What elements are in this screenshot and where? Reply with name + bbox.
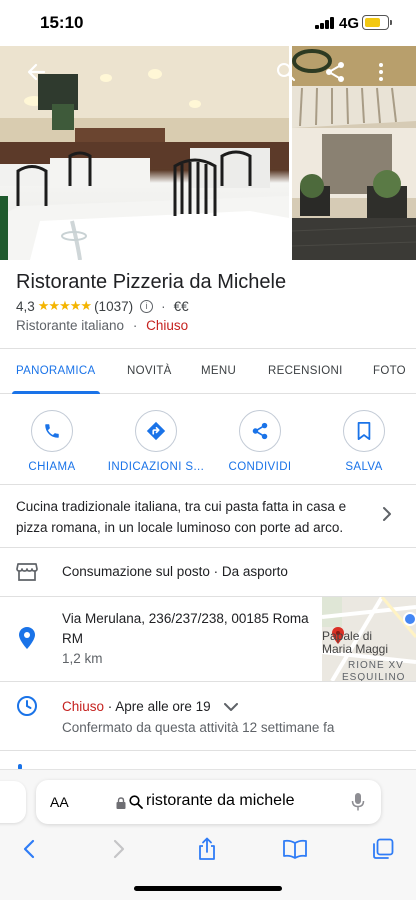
tab-novita[interactable]: NOVITÀ <box>127 365 172 377</box>
place-title: Ristorante Pizzeria da Michele <box>16 271 287 293</box>
divider <box>0 750 416 751</box>
microphone-icon[interactable] <box>351 792 365 817</box>
hours-confirmed: Confermato da questa attività 12 settima… <box>62 720 335 735</box>
review-count[interactable]: (1037) <box>94 299 133 314</box>
directions-button[interactable]: INDICAZIONI S... <box>106 410 206 473</box>
hours-row[interactable]: Chiuso · Apre alle ore 19 <box>62 699 239 715</box>
share-button[interactable]: CONDIVIDI <box>210 410 310 473</box>
category-label: Ristorante italiano <box>16 318 125 333</box>
directions-icon <box>135 410 177 452</box>
forward-icon[interactable] <box>104 834 134 864</box>
chevron-down-icon[interactable] <box>224 700 239 715</box>
storefront-icon <box>16 561 38 583</box>
price-level: €€ <box>173 298 189 314</box>
status-time: 15:10 <box>40 13 84 32</box>
search-icon <box>129 795 143 814</box>
lock-icon <box>116 796 126 814</box>
url-text[interactable]: ristorante da michele <box>146 792 295 810</box>
separator-dot: · <box>132 318 138 333</box>
call-button[interactable]: CHIAMA <box>2 410 102 473</box>
map-label: Maria Maggi <box>322 642 389 656</box>
network-type: 4G <box>339 15 360 32</box>
back-icon[interactable] <box>14 834 44 864</box>
photo-gallery[interactable] <box>0 46 416 260</box>
rating-value: 4,3 <box>16 298 35 314</box>
tabs-icon[interactable] <box>368 834 398 864</box>
signal-icon <box>315 17 335 29</box>
tab-recensioni[interactable]: RECENSIONI <box>268 365 343 377</box>
rating-row[interactable]: 4,3 ★★★★★ (1037) i · €€ <box>16 298 189 314</box>
save-label: SALVA <box>345 461 383 473</box>
phone-icon <box>31 410 73 452</box>
share-sheet-icon[interactable] <box>192 834 222 864</box>
map-label: ESQUILINO <box>342 672 406 681</box>
rating-stars: ★★★★★ <box>37 298 92 313</box>
chevron-right-icon[interactable] <box>382 506 392 527</box>
location-pin-icon <box>16 627 38 649</box>
share-icon <box>239 410 281 452</box>
action-buttons: CHIAMA INDICAZIONI S... CONDIVIDI SALVA <box>0 404 416 484</box>
hours-opens: · Apre alle ore 19 <box>107 699 211 714</box>
tab-active-indicator <box>12 391 100 394</box>
tab-bar: PANORAMICA NOVITÀ MENU RECENSIONI FOTO <box>0 348 416 394</box>
text-size-button[interactable]: AA <box>50 794 69 810</box>
category-row: Ristorante italiano · Chiuso <box>16 318 188 333</box>
divider <box>0 681 416 682</box>
battery-icon <box>362 15 389 30</box>
save-button[interactable]: SALVA <box>314 410 414 473</box>
address-line1[interactable]: Via Merulana, 236/237/238, 00185 Roma <box>62 611 309 626</box>
bookmarks-icon[interactable] <box>280 834 310 864</box>
open-status: Chiuso <box>146 318 189 333</box>
bookmark-icon <box>343 410 385 452</box>
call-label: CHIAMA <box>28 461 76 473</box>
map-label: Papale di <box>322 629 373 643</box>
clock-icon <box>16 695 38 717</box>
tab-panoramica[interactable]: PANORAMICA <box>16 365 95 377</box>
hours-status: Chiuso <box>62 699 105 714</box>
browser-toolbar: AA ristorante da michele <box>0 769 416 900</box>
service-options: Consumazione sul posto · Da asporto <box>62 564 288 579</box>
arrow-left-icon[interactable] <box>22 58 50 86</box>
address-bar[interactable]: AA ristorante da michele <box>36 780 381 824</box>
map-label: RIONE XV <box>348 660 404 671</box>
description[interactable]: Cucina tradizionale italiana, tra cui pa… <box>16 496 366 538</box>
address-line2[interactable]: RM <box>62 631 83 646</box>
tab-foto[interactable]: FOTO <box>373 365 406 377</box>
home-indicator <box>134 886 282 891</box>
tab-menu[interactable]: MENU <box>201 365 236 377</box>
search-icon[interactable] <box>272 58 300 86</box>
distance: 1,2 km <box>62 651 103 666</box>
previous-tab-peek[interactable] <box>0 781 26 823</box>
separator-dot: · <box>161 298 166 314</box>
status-bar: 15:10 4G <box>0 0 416 46</box>
share-label: CONDIVIDI <box>228 461 292 473</box>
info-icon[interactable]: i <box>140 299 154 313</box>
share-icon[interactable] <box>321 58 349 86</box>
map-thumbnail[interactable]: Papale di Maria Maggi RIONE XV ESQUILINO <box>322 597 416 681</box>
divider <box>0 547 416 548</box>
restaurant-exterior-photo[interactable] <box>292 46 416 260</box>
more-vert-icon[interactable] <box>367 58 395 86</box>
battery-tip <box>390 20 392 25</box>
directions-label: INDICAZIONI S... <box>107 461 205 473</box>
divider <box>0 484 416 485</box>
